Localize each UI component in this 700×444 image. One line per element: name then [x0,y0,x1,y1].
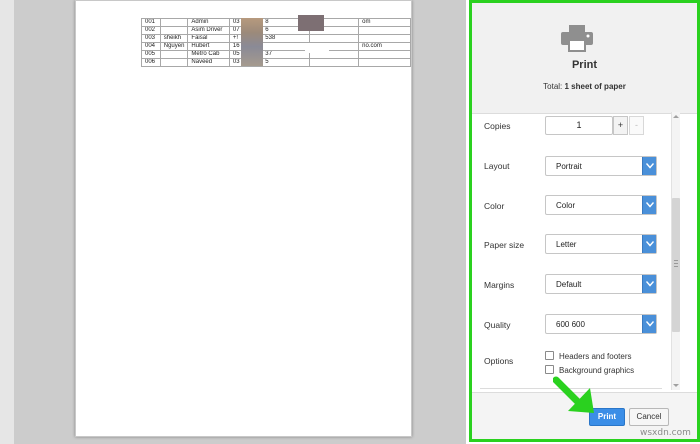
preview-table-cell: Faisal [187,34,230,43]
layout-select[interactable]: Portrait [545,156,657,176]
chevron-down-icon [642,315,656,333]
dialog-title: Print [571,59,598,71]
preview-table-cell [309,34,360,43]
copies-decrement-button[interactable]: - [629,116,644,135]
preview-table-cell: 002 [141,26,161,35]
preview-table-row: 002 Asim Driver 07 6 [141,26,411,35]
margins-value: Default [556,280,582,289]
preview-table-row: 005 Metro Cab 05 37 [141,50,411,59]
redaction-block [298,15,324,31]
layout-value: Portrait [556,162,582,171]
color-label: Color [484,201,505,211]
preview-table-cell: 006 [141,58,161,67]
cancel-button[interactable]: Cancel [629,408,669,426]
copies-increment-button[interactable]: + [613,116,628,135]
thumb-grip [674,266,678,267]
color-value: Color [556,201,576,210]
preview-table-cell [159,50,189,59]
preview-edge [0,0,14,444]
preview-table-cell: 005 [141,50,161,59]
scroll-up-arrow-icon[interactable] [672,112,680,121]
preview-table-cell: 004 [141,42,161,51]
paper-size-select[interactable]: Letter [545,234,657,254]
preview-table-cell [159,58,189,67]
redaction-block [305,43,329,53]
print-preview-area: 001Admin038adom002Asim Driver076003sheik… [0,0,466,444]
preview-table-cell: Metro Cab [187,50,230,59]
preview-table-cell: Hubert [187,42,230,51]
watermark-text: wsxdn.com [640,428,691,438]
preview-table-cell [159,26,189,35]
preview-table-cell: Nguyen [159,42,189,51]
headers-footers-checkbox[interactable] [545,351,554,360]
layout-label: Layout [484,161,510,171]
preview-table-cell: 001 [141,18,161,27]
copies-input[interactable]: 1 [545,116,613,135]
preview-table-cell [358,58,411,67]
redaction-block [241,18,263,66]
thumb-grip [674,260,678,261]
chevron-down-icon [642,235,656,253]
total-sheets: Total: 1 sheet of paper [472,82,697,91]
chevron-down-icon [642,157,656,175]
preview-table-cell [159,18,189,27]
preview-table-cell: Naveed [187,58,230,67]
margins-select[interactable]: Default [545,274,657,294]
chevron-down-icon [642,196,656,214]
preview-table-cell: 37 [261,50,311,59]
preview-table-cell: no.com [358,42,411,51]
preview-table-row: 003 sheikh Faisal +! 538 [141,34,411,43]
preview-table-row: 001Admin038adom [141,18,411,27]
preview-table-cell [358,26,411,35]
annotation-arrow-icon [553,376,594,413]
quality-label: Quality [484,320,511,330]
preview-table-cell: Asim Driver [187,26,230,35]
preview-table: 001Admin038adom002Asim Driver076003sheik… [141,18,411,67]
scroll-down-arrow-icon[interactable] [672,381,680,390]
total-value: 1 sheet of paper [564,82,626,91]
printer-icon [561,25,593,52]
quality-value: 600 600 [556,320,585,329]
preview-table-row: 004NguyenHubert16hubeno.com [141,42,411,51]
chevron-down-icon [642,275,656,293]
preview-table-cell: Admin [187,18,230,27]
copies-label: Copies [484,121,511,131]
print-header: Print Total: 1 sheet of paper [472,3,697,114]
preview-table-cell: 5 [261,58,311,67]
preview-table-cell [358,50,411,59]
preview-page: 001Admin038adom002Asim Driver076003sheik… [75,0,412,437]
total-prefix: Total: [543,82,565,91]
quality-select[interactable]: 600 600 [545,314,657,334]
preview-table-cell [358,34,411,43]
preview-table-cell: sheikh [159,34,189,43]
preview-table-row: 006 Naveed 03 5 [141,58,411,67]
preview-table-cell: 003 [141,34,161,43]
headers-footers-label: Headers and footers [559,352,632,361]
preview-table-cell [309,58,360,67]
preview-table-cell [261,42,311,51]
paper-size-label: Paper size [484,240,525,250]
preview-table-cell: 538 [261,34,311,43]
preview-table-cell: om [358,18,411,27]
paper-size-value: Letter [556,240,577,249]
scrollbar-thumb[interactable] [672,198,680,332]
thumb-grip [674,263,678,264]
color-select[interactable]: Color [545,195,657,215]
options-label: Options [484,356,514,366]
margins-label: Margins [484,280,515,290]
headers-footers-option[interactable]: Headers and footers [545,351,632,361]
